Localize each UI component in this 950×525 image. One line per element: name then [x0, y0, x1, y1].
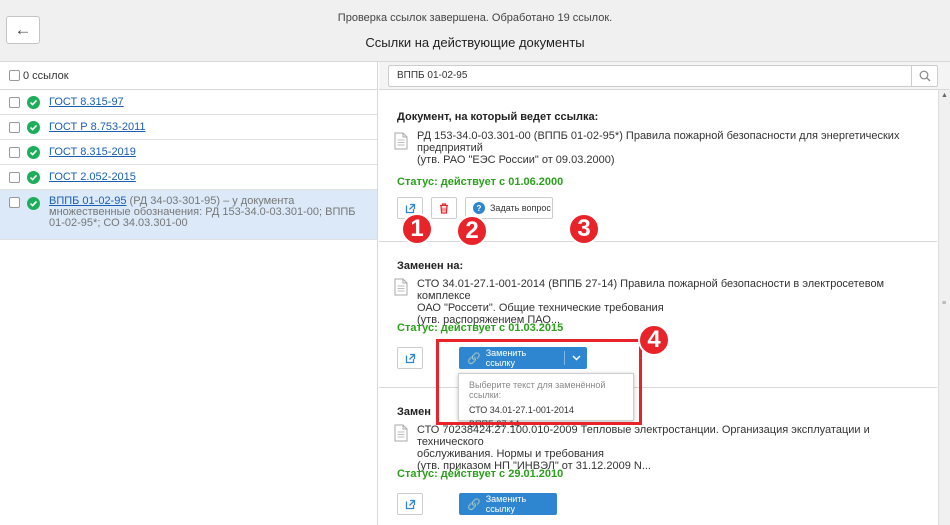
- document-link[interactable]: ГОСТ 8.315-97: [49, 96, 124, 108]
- search-bar: ВППБ 01-02-95: [379, 62, 950, 90]
- item-checkbox[interactable]: [9, 96, 20, 108]
- annotation-highlight-box: [436, 339, 642, 425]
- replace-link-content: 🔗 Заменить ссылку: [459, 493, 557, 515]
- list-item[interactable]: ГОСТ 8.315-2019: [0, 140, 377, 165]
- scroll-grip-icon[interactable]: ≡: [942, 300, 946, 307]
- document-link[interactable]: ГОСТ 8.315-2019: [49, 146, 136, 158]
- list-header: 0 ссылок: [0, 62, 377, 90]
- description-line: РД 153-34.0-03.301-00 (ВППБ 01-02-95*) П…: [417, 130, 900, 142]
- document-link[interactable]: ГОСТ Р 8.753-2011: [49, 121, 146, 133]
- description-line: (утв. РАО "ЕЭС России" от 09.03.2000): [417, 154, 615, 166]
- ask-question-label: Задать вопрос: [490, 203, 551, 213]
- search-value: ВППБ 01-02-95: [397, 70, 468, 81]
- select-all-checkbox[interactable]: [9, 70, 20, 81]
- open-document-button[interactable]: [397, 493, 423, 515]
- list-item-selected[interactable]: ВППБ 01-02-95 (РД 34-03-301-95) – у доку…: [0, 190, 377, 240]
- item-checkbox[interactable]: [9, 121, 20, 133]
- scrollbar[interactable]: ▲ ≡: [938, 90, 950, 525]
- description-line: обслуживания. Нормы и требования: [417, 448, 604, 460]
- header: ← Проверка ссылок завершена. Обработано …: [0, 0, 950, 62]
- document-description: РД 153-34.0-03.301-00 (ВППБ 01-02-95*) П…: [397, 130, 899, 166]
- open-document-button[interactable]: [397, 347, 423, 369]
- annotation-badge-1: 1: [401, 213, 433, 245]
- check-ok-icon: [27, 197, 40, 210]
- status-text: Статус: действует с 01.03.2015: [397, 322, 564, 334]
- annotation-badge-2: 2: [456, 215, 488, 247]
- list-item[interactable]: ГОСТ 8.315-97: [0, 90, 377, 115]
- link-list-panel: 0 ссылок ГОСТ 8.315-97 ГОСТ Р 8.753-2011…: [0, 62, 378, 525]
- list-item[interactable]: ГОСТ 2.052-2015: [0, 165, 377, 190]
- section-title: Заменен на:: [397, 260, 464, 272]
- description-line: предприятий: [417, 142, 483, 154]
- description-line: СТО 34.01-27.1-001-2014 (ВППБ 27-14) Пра…: [417, 278, 885, 302]
- check-ok-icon: [27, 95, 40, 109]
- document-description: СТО 34.01-27.1-001-2014 (ВППБ 27-14) Пра…: [397, 278, 927, 326]
- external-link-icon: [405, 353, 415, 363]
- question-icon: ?: [473, 202, 485, 214]
- links-count: 0 ссылок: [23, 69, 69, 82]
- document-link[interactable]: ГОСТ 2.052-2015: [49, 171, 136, 183]
- page-title: Ссылки на действующие документы: [365, 35, 585, 50]
- item-checkbox[interactable]: [9, 171, 20, 183]
- item-checkbox[interactable]: [9, 197, 20, 208]
- annotation-badge-4: 4: [638, 324, 670, 356]
- replace-link-label: Заменить ссылку: [485, 494, 527, 514]
- external-link-icon: [405, 203, 415, 213]
- details-panel: ВППБ 01-02-95 ▲ ≡ Документ, на который в…: [379, 62, 950, 525]
- section-title: Документ, на который ведет ссылка:: [397, 111, 599, 123]
- check-status: Проверка ссылок завершена. Обработано 19…: [337, 12, 613, 24]
- item-checkbox[interactable]: [9, 146, 20, 158]
- delete-link-button[interactable]: [431, 197, 457, 219]
- list-item[interactable]: ГОСТ Р 8.753-2011: [0, 115, 377, 140]
- status-text: Статус: действует с 01.06.2000: [397, 176, 564, 188]
- trash-icon: [440, 202, 448, 214]
- section-title: Замен: [397, 406, 431, 418]
- selected-item-text: ВППБ 01-02-95 (РД 34-03-301-95) – у доку…: [49, 196, 368, 229]
- search-icon[interactable]: [911, 65, 937, 87]
- check-ok-icon: [27, 145, 40, 159]
- search-input[interactable]: ВППБ 01-02-95: [388, 65, 938, 87]
- external-link-icon: [405, 499, 415, 509]
- description-line: ОАО "Россети". Общие технические требова…: [417, 302, 664, 314]
- scroll-up-icon[interactable]: ▲: [941, 92, 948, 99]
- link-icon: 🔗: [467, 498, 481, 511]
- status-text: Статус: действует с 29.01.2010: [397, 468, 564, 480]
- annotation-badge-3: 3: [568, 213, 600, 245]
- check-ok-icon: [27, 170, 40, 184]
- check-ok-icon: [27, 120, 40, 134]
- replace-link-button[interactable]: 🔗 Заменить ссылку: [459, 493, 557, 515]
